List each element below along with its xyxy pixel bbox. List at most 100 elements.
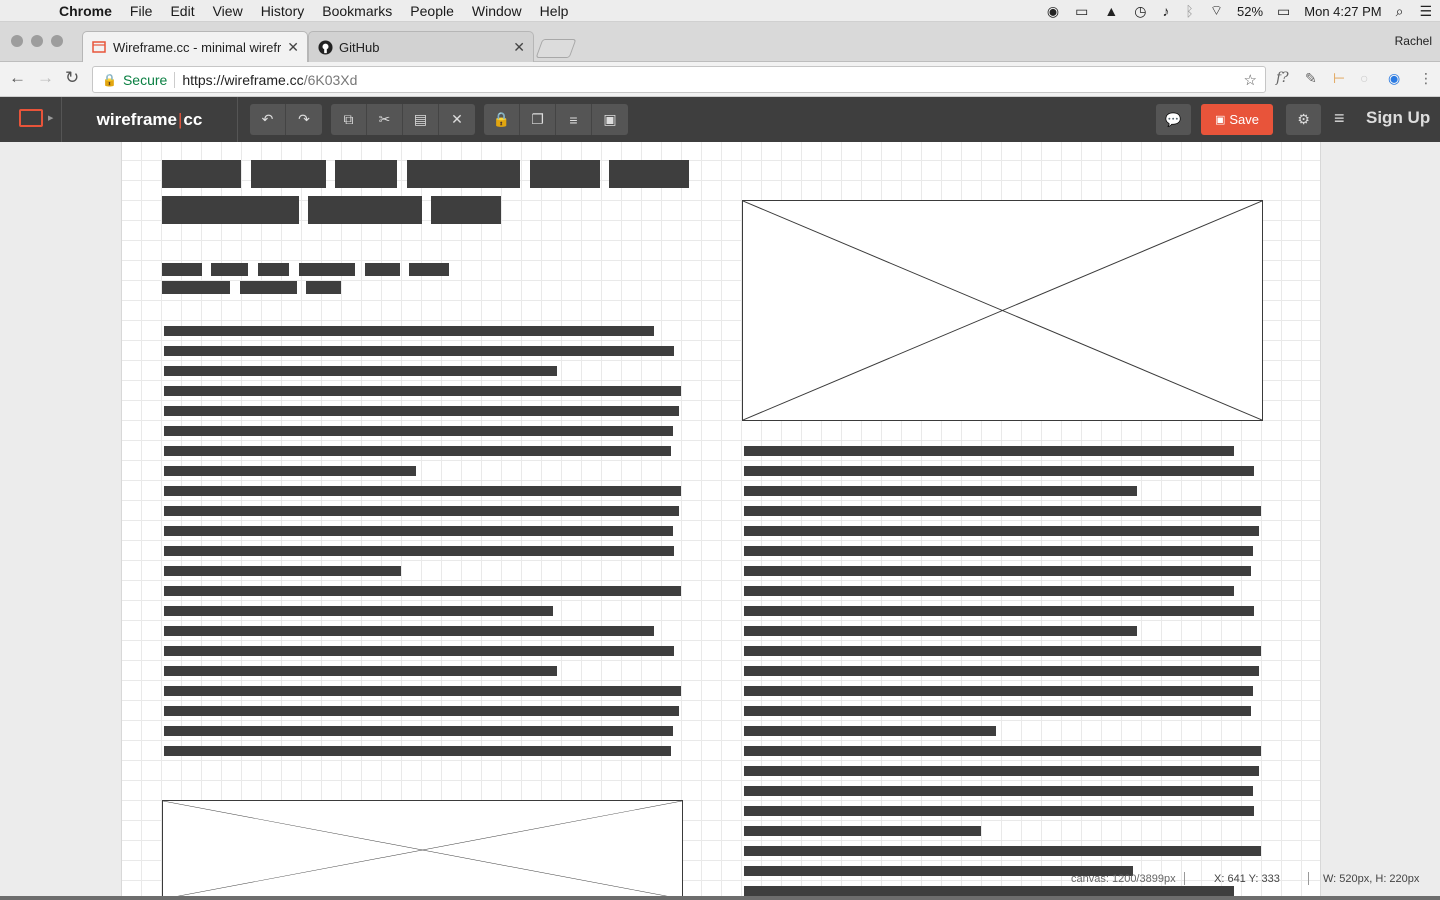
text-line-block[interactable] <box>744 806 1254 816</box>
reload-icon[interactable]: ↻ <box>65 68 79 88</box>
text-line-block[interactable] <box>164 386 681 396</box>
text-line-block[interactable] <box>164 646 674 656</box>
menu-bookmarks[interactable]: Bookmarks <box>313 3 401 19</box>
text-line-block[interactable] <box>164 686 681 696</box>
battery-icon[interactable]: ▭ <box>1277 3 1290 20</box>
text-line-block[interactable] <box>744 646 1261 656</box>
subheading-word-block[interactable] <box>162 281 230 294</box>
subheading-word-block[interactable] <box>162 263 202 276</box>
text-line-block[interactable] <box>164 666 557 676</box>
subheading-word-block[interactable] <box>365 263 400 276</box>
close-window-button[interactable] <box>11 35 23 47</box>
heading-word-block[interactable] <box>530 160 600 188</box>
lock-icon[interactable]: 🔒 <box>484 104 520 135</box>
hamburger-menu-icon[interactable]: ≡ <box>1334 108 1345 129</box>
display-icon[interactable]: ▭ <box>1075 3 1088 20</box>
heading-word-block[interactable] <box>407 160 520 188</box>
heading-word-block[interactable] <box>162 160 241 188</box>
blue-extension-icon[interactable]: ◉ <box>1388 70 1400 87</box>
address-bar[interactable]: 🔒 Secure https://wireframe.cc/6K03Xd ☆ <box>92 66 1266 93</box>
ruler-extension-icon[interactable]: ⊢ <box>1333 70 1345 87</box>
menu-app-chrome[interactable]: Chrome <box>50 3 121 19</box>
tab-close-icon[interactable]: ✕ <box>513 39 525 56</box>
text-line-block[interactable] <box>164 746 671 756</box>
text-line-block[interactable] <box>164 486 681 496</box>
heading-word-block[interactable] <box>162 196 299 224</box>
subheading-word-block[interactable] <box>409 263 449 276</box>
text-line-block[interactable] <box>164 466 416 476</box>
subheading-word-block[interactable] <box>211 263 248 276</box>
wireframe-canvas[interactable] <box>121 142 1321 896</box>
text-line-block[interactable] <box>744 486 1137 496</box>
menu-help[interactable]: Help <box>531 3 578 19</box>
text-line-block[interactable] <box>744 846 1261 856</box>
text-line-block[interactable] <box>744 586 1234 596</box>
airplay-icon[interactable]: ▲ <box>1104 3 1118 19</box>
chrome-menu-icon[interactable]: ⋮ <box>1419 70 1433 87</box>
notification-center-icon[interactable]: ☰ <box>1419 3 1432 20</box>
subheading-word-block[interactable] <box>306 281 341 294</box>
text-line-block[interactable] <box>744 526 1259 536</box>
time-machine-icon[interactable]: ◷ <box>1134 3 1146 20</box>
bring-front-icon[interactable]: ❐ <box>520 104 556 135</box>
text-line-block[interactable] <box>744 466 1254 476</box>
tab-close-icon[interactable]: ✕ <box>287 39 299 56</box>
text-line-block[interactable] <box>164 606 553 616</box>
minimize-window-button[interactable] <box>31 35 43 47</box>
bluetooth-icon[interactable]: ᛒ <box>1185 3 1193 19</box>
menu-history[interactable]: History <box>252 3 314 19</box>
duplicate-icon[interactable]: ⧉ <box>331 104 367 135</box>
menu-file[interactable]: File <box>121 3 162 19</box>
text-line-block[interactable] <box>164 726 673 736</box>
menu-edit[interactable]: Edit <box>161 3 203 19</box>
back-icon[interactable]: ← <box>9 68 26 88</box>
disabled-extension-icon[interactable]: ○ <box>1360 70 1368 86</box>
subheading-word-block[interactable] <box>258 263 289 276</box>
text-line-block[interactable] <box>164 346 674 356</box>
wifi-icon[interactable]: ⌔ <box>1210 2 1223 20</box>
text-line-block[interactable] <box>164 546 674 556</box>
menu-people[interactable]: People <box>401 3 463 19</box>
heading-word-block[interactable] <box>308 196 422 224</box>
menu-view[interactable]: View <box>204 3 252 19</box>
text-line-block[interactable] <box>164 506 679 516</box>
text-line-block[interactable] <box>744 626 1137 636</box>
heading-word-block[interactable] <box>609 160 689 188</box>
text-line-block[interactable] <box>744 706 1251 716</box>
volume-icon[interactable]: ♪ <box>1162 3 1169 19</box>
text-line-block[interactable] <box>164 526 673 536</box>
text-line-block[interactable] <box>744 746 1261 756</box>
redo-icon[interactable]: ↷ <box>286 104 322 135</box>
tab-github[interactable]: GitHub ✕ <box>308 31 534 62</box>
text-line-block[interactable] <box>744 686 1253 696</box>
creative-cloud-icon[interactable]: ◉ <box>1047 3 1059 20</box>
undo-icon[interactable]: ↶ <box>250 104 286 135</box>
bookmark-star-icon[interactable]: ☆ <box>1244 71 1257 89</box>
align-icon[interactable]: ≡ <box>556 104 592 135</box>
text-line-block[interactable] <box>744 566 1251 576</box>
heading-word-block[interactable] <box>431 196 501 224</box>
group-icon[interactable]: ▣ <box>592 104 628 135</box>
text-line-block[interactable] <box>744 446 1234 456</box>
brand-logo[interactable]: wireframe | cc <box>62 97 238 142</box>
paste-icon[interactable]: ▤ <box>403 104 439 135</box>
eyedropper-extension-icon[interactable]: ✎ <box>1305 70 1317 87</box>
heading-word-block[interactable] <box>335 160 397 188</box>
spotlight-icon[interactable]: ⌕ <box>1396 3 1404 20</box>
fontface-extension-icon[interactable]: f? <box>1276 70 1289 86</box>
text-line-block[interactable] <box>164 326 654 336</box>
forward-icon[interactable]: → <box>37 68 54 88</box>
zoom-window-button[interactable] <box>51 35 63 47</box>
text-line-block[interactable] <box>744 606 1254 616</box>
text-line-block[interactable] <box>744 826 981 836</box>
subheading-word-block[interactable] <box>240 281 297 294</box>
text-line-block[interactable] <box>744 506 1261 516</box>
new-tab-button[interactable] <box>535 39 577 58</box>
heading-word-block[interactable] <box>251 160 326 188</box>
settings-button[interactable]: ⚙ <box>1286 104 1321 135</box>
save-button[interactable]: ▣ Save <box>1201 104 1273 135</box>
text-line-block[interactable] <box>744 766 1259 776</box>
text-line-block[interactable] <box>164 626 654 636</box>
text-line-block[interactable] <box>744 666 1259 676</box>
comment-button[interactable]: 💬 <box>1156 104 1191 135</box>
